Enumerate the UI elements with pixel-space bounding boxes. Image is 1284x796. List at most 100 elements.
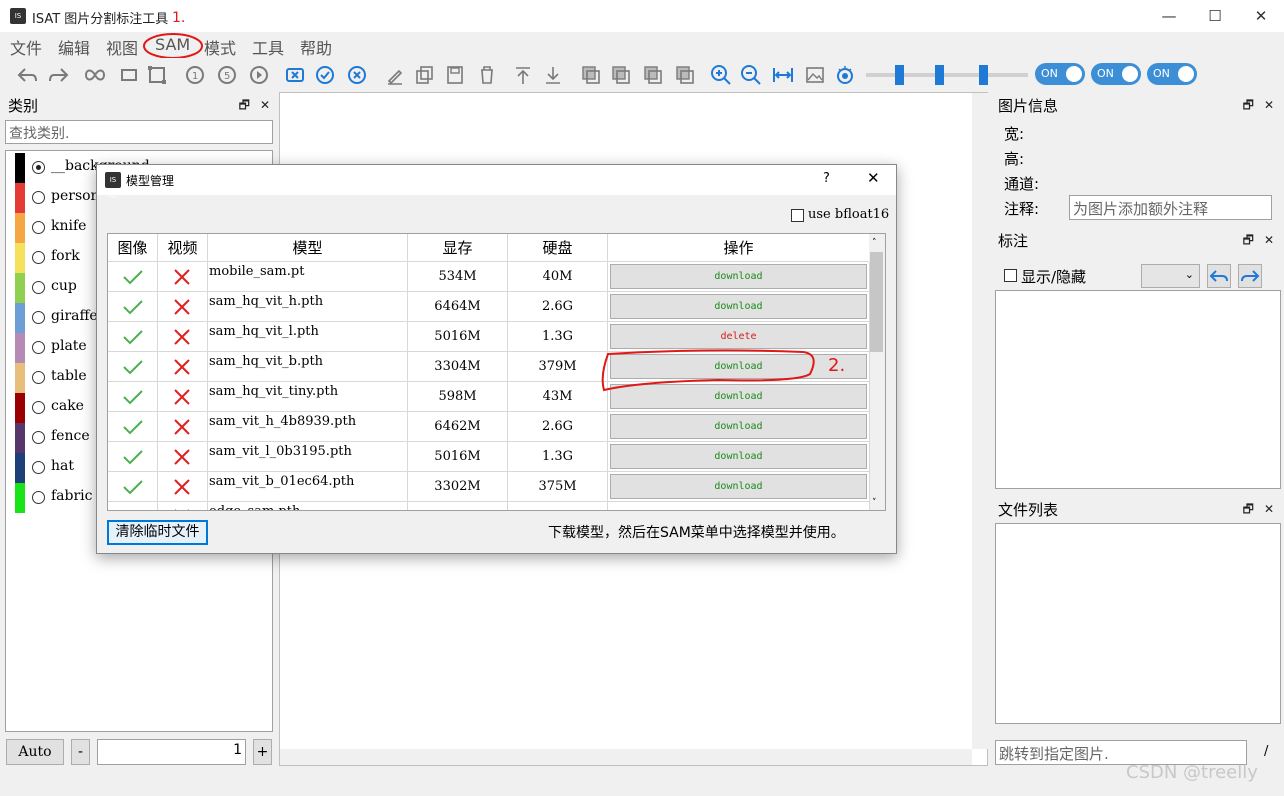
bfloat16-checkbox[interactable]: [791, 209, 804, 222]
undo-icon[interactable]: [16, 64, 38, 86]
menu-tools[interactable]: 工具: [252, 35, 284, 59]
model-name-cell: sam_hq_vit_b.pth: [208, 352, 408, 382]
group-spinbox[interactable]: 1: [97, 739, 246, 765]
redo-icon[interactable]: [48, 64, 70, 86]
canvas-vertical-scrollbar[interactable]: [972, 93, 988, 749]
cancel-x-icon[interactable]: [284, 64, 306, 86]
fit-icon[interactable]: [772, 64, 794, 86]
menu-edit[interactable]: 编辑: [58, 35, 90, 59]
category-color-swatch: [15, 273, 25, 303]
note-input[interactable]: 为图片添加额外注释: [1069, 195, 1272, 220]
table-vertical-scrollbar[interactable]: ˄ ˅: [869, 234, 885, 510]
next-icon[interactable]: [248, 64, 270, 86]
category-radio[interactable]: [32, 401, 45, 414]
edit-icon[interactable]: [384, 64, 406, 86]
menu-sam[interactable]: SAM: [155, 35, 190, 54]
toggle-switch[interactable]: ON: [1091, 63, 1141, 85]
category-label: fork: [51, 248, 80, 264]
float-panel-icon[interactable]: 🗗: [1243, 98, 1254, 112]
decrement-button[interactable]: -: [71, 739, 90, 765]
increment-button[interactable]: +: [253, 739, 272, 765]
vram-cell: 6464M: [408, 292, 508, 322]
slider-thumb[interactable]: [895, 65, 904, 85]
category-radio[interactable]: [32, 431, 45, 444]
menu-view[interactable]: 视图: [106, 35, 138, 59]
menu-mode[interactable]: 模式: [204, 35, 236, 59]
category-radio[interactable]: [32, 341, 45, 354]
zoom-out-icon[interactable]: [740, 64, 762, 86]
download-button[interactable]: download: [610, 264, 867, 289]
move-down-icon[interactable]: [542, 64, 564, 86]
close-panel-icon[interactable]: ✕: [260, 98, 270, 112]
close-window-button[interactable]: ✕: [1238, 0, 1284, 32]
layer1-icon[interactable]: [580, 64, 602, 86]
slider-thumb[interactable]: [935, 65, 944, 85]
delete-button[interactable]: delete: [610, 324, 867, 349]
download-button[interactable]: download: [610, 384, 867, 409]
rectangle-icon[interactable]: [118, 64, 140, 86]
float-panel-icon[interactable]: 🗗: [1243, 502, 1254, 516]
close-panel-icon[interactable]: ✕: [1264, 98, 1274, 112]
canvas-horizontal-scrollbar[interactable]: [280, 749, 972, 765]
download-button[interactable]: download: [610, 294, 867, 319]
category-radio[interactable]: [32, 371, 45, 384]
infinity-icon[interactable]: [84, 64, 106, 86]
category-radio[interactable]: [32, 491, 45, 504]
bbox-icon[interactable]: [146, 64, 168, 86]
image-icon[interactable]: [804, 64, 826, 86]
layer2-icon[interactable]: [610, 64, 632, 86]
float-panel-icon[interactable]: 🗗: [1243, 233, 1254, 247]
save-icon[interactable]: [444, 64, 466, 86]
toggle-switch[interactable]: ON: [1147, 63, 1197, 85]
auto-button[interactable]: Auto: [6, 739, 64, 765]
download-button[interactable]: download: [610, 414, 867, 439]
dialog-help-button[interactable]: ?: [823, 171, 830, 186]
scroll-up-icon[interactable]: ˄: [872, 238, 877, 248]
float-panel-icon[interactable]: 🗗: [239, 98, 250, 112]
minimize-button[interactable]: —: [1146, 0, 1192, 32]
copy-icon[interactable]: [414, 64, 436, 86]
image-info-panel-header: 图片信息 🗗 ✕: [994, 94, 1280, 116]
download-button[interactable]: download: [610, 444, 867, 469]
move-up-icon[interactable]: [512, 64, 534, 86]
menu-file[interactable]: 文件: [10, 35, 42, 59]
layer3-icon[interactable]: [642, 64, 664, 86]
close-panel-icon[interactable]: ✕: [1264, 502, 1274, 516]
category-radio[interactable]: [32, 221, 45, 234]
scroll-down-icon[interactable]: ˅: [872, 498, 877, 508]
app-logo-icon: IS AT: [10, 8, 26, 36]
clear-temp-files-button[interactable]: 清除临时文件: [107, 520, 208, 545]
category-search-input[interactable]: 查找类别.: [5, 120, 273, 144]
category-radio[interactable]: [32, 311, 45, 324]
prev-icon[interactable]: 1: [184, 64, 206, 86]
slider-track[interactable]: [966, 73, 1028, 77]
category-radio[interactable]: [32, 461, 45, 474]
category-radio[interactable]: [32, 281, 45, 294]
maximize-button[interactable]: ☐: [1192, 0, 1238, 32]
five-icon[interactable]: 5: [216, 64, 238, 86]
category-radio[interactable]: [32, 161, 45, 174]
category-radio[interactable]: [32, 251, 45, 264]
cross-icon: [175, 509, 189, 510]
trash-icon[interactable]: [476, 64, 498, 86]
undo-icon: [1209, 270, 1228, 282]
category-label: cake: [51, 398, 84, 414]
redo-annotation-button[interactable]: [1238, 264, 1262, 288]
zoom-in-icon[interactable]: [710, 64, 732, 86]
menu-help[interactable]: 帮助: [300, 35, 332, 59]
undo-annotation-button[interactable]: [1207, 264, 1231, 288]
slider-thumb[interactable]: [979, 65, 988, 85]
delete-x-icon[interactable]: [346, 64, 368, 86]
eye-icon[interactable]: [834, 64, 856, 86]
confirm-icon[interactable]: [314, 64, 336, 86]
toggle-switch[interactable]: ON: [1035, 63, 1085, 85]
annotation-filter-select[interactable]: ⌄: [1141, 264, 1200, 288]
download-button[interactable]: download: [610, 474, 867, 499]
show-hide-checkbox[interactable]: [1004, 269, 1017, 282]
layer4-icon[interactable]: [674, 64, 696, 86]
scroll-thumb[interactable]: [870, 252, 883, 352]
close-panel-icon[interactable]: ✕: [1264, 233, 1274, 247]
category-radio[interactable]: [32, 191, 45, 204]
table-row: mobile_sam.pt 534M 40M download: [108, 262, 870, 292]
dialog-close-button[interactable]: ✕: [867, 169, 880, 187]
